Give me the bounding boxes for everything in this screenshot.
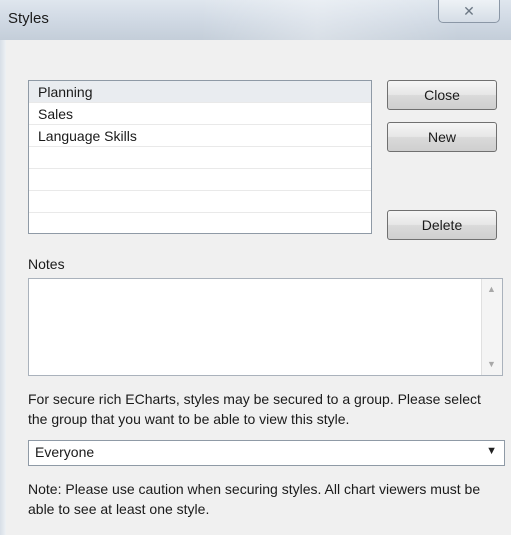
scroll-down-icon[interactable]: ▼ [487, 359, 496, 369]
notes-scrollbar[interactable]: ▲ ▼ [481, 279, 502, 375]
notes-label: Notes [28, 256, 65, 272]
close-button[interactable]: Close [387, 80, 497, 110]
window-title: Styles [8, 10, 49, 27]
dropdown-arrow-icon[interactable]: ▼ [486, 445, 497, 457]
list-item[interactable] [29, 191, 371, 213]
list-item[interactable]: Planning [29, 81, 371, 103]
list-item[interactable] [29, 147, 371, 169]
title-bar-glare [200, 0, 460, 40]
window-frame-edge [0, 40, 6, 535]
list-item[interactable]: Sales [29, 103, 371, 125]
group-select-value: Everyone [35, 444, 95, 460]
security-info-text: For secure rich ECharts, styles may be s… [28, 391, 481, 427]
security-note-text: Note: Please use caution when securing s… [28, 481, 481, 517]
list-item[interactable] [29, 169, 371, 191]
new-button[interactable]: New [387, 122, 497, 152]
group-select[interactable]: Everyone ▼ [28, 440, 505, 466]
delete-button[interactable]: Delete [387, 210, 497, 240]
notes-field[interactable]: ▲ ▼ [28, 278, 503, 376]
list-item[interactable]: Language Skills [29, 125, 371, 147]
styles-list[interactable]: Planning Sales Language Skills [28, 80, 372, 234]
scroll-up-icon[interactable]: ▲ [487, 284, 496, 294]
close-icon: ✕ [463, 2, 475, 19]
window-close-button[interactable]: ✕ [438, 0, 500, 23]
title-bar: Styles ✕ [0, 0, 511, 40]
